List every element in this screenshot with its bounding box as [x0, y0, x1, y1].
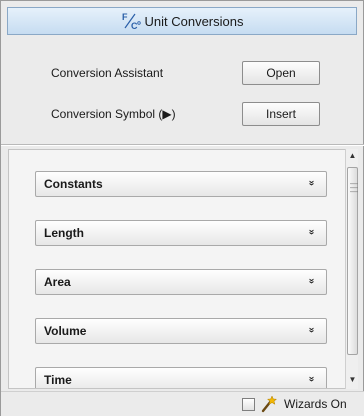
section-divider — [1, 144, 364, 146]
vertical-scrollbar[interactable]: ▲ — — — ▼ — [345, 149, 358, 389]
unit-conversion-icon: F C — [121, 11, 141, 31]
scroll-up-arrow-icon[interactable]: ▲ — [346, 149, 359, 163]
panel-title: Unit Conversions — [144, 13, 244, 29]
panel-title-bar: F C Unit Conversions — [7, 7, 357, 35]
expand-chevron-icon: » — [306, 376, 318, 381]
category-time[interactable]: Time » — [35, 367, 327, 388]
scroll-down-arrow-icon[interactable]: ▼ — [346, 373, 359, 387]
wizards-on-label: Wizards On — [284, 397, 347, 411]
wizards-on-checkbox[interactable] — [242, 398, 255, 411]
category-constants[interactable]: Constants » — [35, 171, 327, 197]
svg-text:C: C — [131, 21, 138, 31]
category-label: Area — [44, 275, 71, 289]
open-button[interactable]: Open — [242, 61, 320, 85]
insert-button[interactable]: Insert — [242, 102, 320, 126]
expand-chevron-icon: » — [306, 327, 318, 332]
expand-chevron-icon: » — [306, 278, 318, 283]
category-length[interactable]: Length » — [35, 220, 327, 246]
expand-chevron-icon: » — [306, 229, 318, 234]
category-label: Time — [44, 373, 72, 387]
unit-conversions-panel: F C Unit Conversions Conversion Assistan… — [0, 0, 364, 416]
category-list: Constants » Length » Area » Volume » Tim… — [8, 149, 357, 389]
conversion-assistant-row: Conversion Assistant Open — [1, 61, 364, 87]
category-volume[interactable]: Volume » — [35, 318, 327, 344]
conversion-symbol-row: Conversion Symbol (▶) Insert — [1, 102, 364, 128]
svg-text:F: F — [122, 12, 128, 22]
category-area[interactable]: Area » — [35, 269, 327, 295]
grip-icon: — — — — [350, 179, 358, 196]
category-label: Volume — [44, 324, 87, 338]
category-label: Constants — [44, 177, 103, 191]
conversion-assistant-label: Conversion Assistant — [51, 66, 164, 80]
category-label: Length — [44, 226, 84, 240]
conversion-symbol-label: Conversion Symbol (▶) — [51, 107, 176, 121]
expand-chevron-icon: » — [306, 180, 318, 185]
footer-bar: Wizards On — [1, 391, 364, 416]
magic-wand-icon — [260, 395, 278, 413]
scrollbar-thumb[interactable]: — — — — [347, 167, 358, 355]
